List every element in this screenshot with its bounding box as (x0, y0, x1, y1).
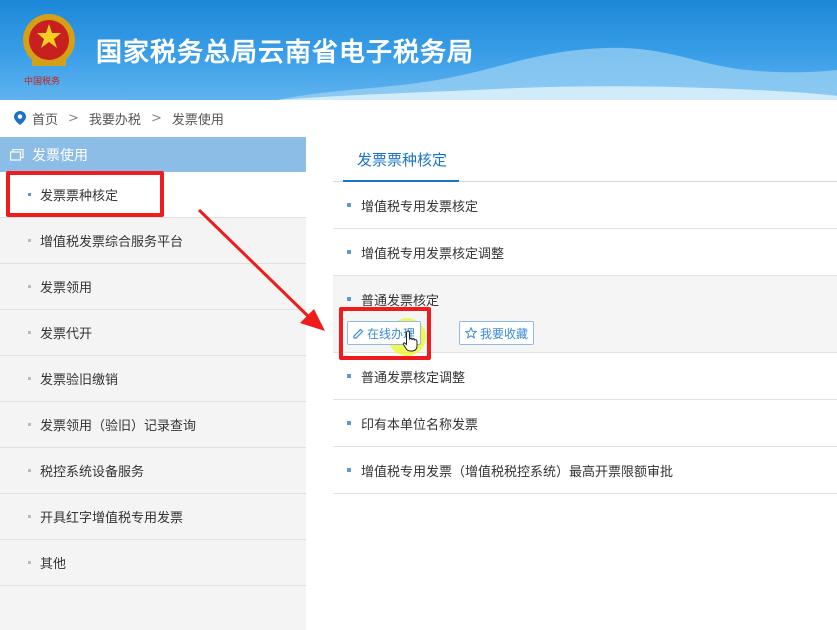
favorite-button[interactable]: 我要收藏 (459, 321, 535, 345)
sidebar-item-label: 开具红字增值税专用发票 (40, 511, 184, 526)
bullet (347, 468, 351, 472)
list-item-label: 印有本单位名称发票 (361, 418, 479, 433)
sidebar-item-label: 其他 (40, 557, 67, 572)
location-pin-icon (14, 111, 26, 125)
breadcrumb-current: 发票使用 (171, 112, 224, 128)
sidebar-item-label: 发票领用 (40, 281, 93, 296)
sidebar-item-label: 发票验旧缴销 (40, 373, 119, 388)
star-icon (465, 327, 477, 339)
tab-bar: 发票票种核定 (333, 137, 837, 182)
copy-icon (10, 148, 24, 161)
sidebar-item-collection-record-query[interactable]: 发票领用（验旧）记录查询 (0, 402, 306, 448)
sidebar-item-tax-control-device[interactable]: 税控系统设备服务 (0, 448, 306, 494)
bullet (347, 421, 351, 425)
annotation-box-button (339, 307, 431, 360)
tab-invoice-type-approval[interactable]: 发票票种核定 (357, 149, 447, 170)
sidebar-item-invoice-collection[interactable]: 发票领用 (0, 264, 306, 310)
sidebar-item-label: 发票代开 (40, 327, 93, 342)
sidebar-item-red-invoice[interactable]: 开具红字增值税专用发票 (0, 494, 306, 540)
emblem-icon: 中国税务 (23, 14, 75, 87)
bullet (347, 374, 351, 378)
breadcrumb-separator: > (68, 110, 79, 126)
list-item-label: 增值税专用发票（增值税税控系统）最高开票限额审批 (361, 465, 674, 480)
favorite-label: 我要收藏 (480, 326, 529, 341)
list-item[interactable]: 增值税专用发票核定 (333, 182, 837, 229)
annotation-box-sidebar (6, 171, 164, 217)
sidebar-item-vat-service-platform[interactable]: 增值税发票综合服务平台 (0, 218, 306, 264)
sidebar-item-invoice-issue-on-behalf[interactable]: 发票代开 (0, 310, 306, 356)
site-title: 国家税务总局云南省电子税务局 (96, 38, 475, 68)
breadcrumb: 首页 > 我要办税 > 发票使用 (14, 108, 224, 128)
sidebar-item-other[interactable]: 其他 (0, 540, 306, 586)
list-item[interactable]: 普通发票核定调整 (333, 353, 837, 400)
sidebar-item-label: 发票领用（验旧）记录查询 (40, 419, 197, 434)
bullet (347, 297, 351, 301)
bullet (347, 203, 351, 207)
sidebar-heading-label: 发票使用 (32, 147, 88, 164)
sidebar-item-label: 税控系统设备服务 (40, 465, 145, 480)
sidebar-item-label: 增值税发票综合服务平台 (40, 235, 184, 250)
list-item-label: 普通发票核定调整 (361, 371, 466, 386)
list-item[interactable]: 增值税专用发票（增值税税控系统）最高开票限额审批 (333, 447, 837, 494)
site-header: 中国税务 国家税务总局云南省电子税务局 (0, 0, 837, 100)
main-panel: 发票票种核定 增值税专用发票核定 增值税专用发票核定调整 普通发票核定 普通发票… (333, 137, 837, 494)
svg-text:中国税务: 中国税务 (24, 75, 60, 87)
sidebar-item-invoice-verification[interactable]: 发票验旧缴销 (0, 356, 306, 402)
list-item[interactable]: 印有本单位名称发票 (333, 400, 837, 447)
breadcrumb-home[interactable]: 首页 (32, 109, 58, 128)
breadcrumb-separator: > (150, 110, 162, 126)
list-item-label: 增值税专用发票核定 (361, 200, 479, 215)
list-item[interactable]: 增值税专用发票核定调整 (333, 229, 837, 276)
sidebar-heading: 发票使用 (0, 137, 306, 172)
breadcrumb-level2[interactable]: 我要办税 (89, 109, 141, 128)
bullet (347, 250, 351, 254)
list-item-label: 增值税专用发票核定调整 (361, 247, 505, 262)
